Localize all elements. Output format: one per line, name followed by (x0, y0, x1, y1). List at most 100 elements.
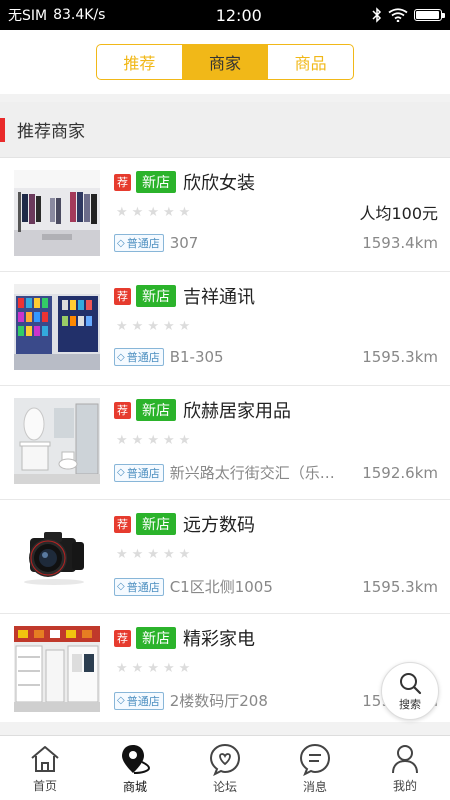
rating-stars: ★ ★ ★ ★ ★ (116, 662, 190, 675)
star-icon: ★ (147, 319, 159, 334)
star-icon: ★ (116, 433, 128, 448)
shop-info: 荐 新店 远方数码 ★ ★ ★ ★ ★ ◇ 普通店 C1区北侧1005 1595.3km (114, 512, 438, 613)
tab-messages[interactable]: 消息 (270, 736, 360, 800)
star-icon: ★ (147, 433, 159, 448)
shop-thumbnail (14, 170, 100, 256)
tab-forum-label: 论坛 (212, 779, 237, 794)
segment-products[interactable]: 商品 (267, 45, 353, 79)
new-shop-tag: 新店 (136, 399, 176, 421)
shop-level-label: 普通店 (126, 237, 160, 250)
star-icon: ★ (178, 319, 191, 334)
shop-level-badge: ◇ 普通店 (114, 463, 164, 482)
star-icon: ★ (162, 547, 175, 562)
rating-stars: ★ ★ ★ ★ ★ (116, 548, 190, 561)
shop-item[interactable]: 荐 新店 吉祥通讯 ★ ★ ★ ★ ★ ◇ 普通店 B1-305 1595.3km (0, 272, 450, 386)
shop-name: 欣赫居家用品 (183, 401, 291, 422)
shop-name: 远方数码 (183, 515, 255, 536)
home-icon (31, 745, 59, 772)
star-icon: ★ (178, 661, 191, 676)
tab-home-label: 首页 (32, 778, 57, 793)
segment-bar: 推荐 商家 商品 (0, 30, 450, 94)
shop-level-label: 普通店 (126, 466, 160, 480)
shop-distance: 1592.6km (362, 463, 438, 482)
shop-level-badge: ◇ 普通店 (114, 691, 164, 710)
user-icon (392, 744, 418, 773)
new-shop-tag: 新店 (136, 285, 176, 307)
shop-address: 2楼数码厅208 (169, 692, 268, 710)
tab-profile-label: 我的 (392, 778, 417, 793)
shop-item[interactable]: 荐 新店 欣赫居家用品 ★ ★ ★ ★ ★ ◇ 普通店 新兴路太行街交汇（乐… 1592.… (0, 386, 450, 500)
shop-thumbnail (14, 284, 100, 370)
star-icon: ★ (116, 319, 128, 334)
shop-name: 欣欣女装 (183, 173, 255, 194)
heart-chat-icon (209, 743, 241, 776)
shop-item[interactable]: 荐 新店 远方数码 ★ ★ ★ ★ ★ ◇ 普通店 C1区北侧1005 1595.3km (0, 500, 450, 614)
shop-info: 荐 新店 欣欣女装 ★ ★ ★ ★ ★ 人均100元 ◇ 普通店 307 1593.4km (114, 170, 438, 271)
shop-level-badge: ◇ 普通店 (114, 234, 164, 252)
star-icon: ★ (147, 205, 159, 220)
recommended-tag: 荐 (114, 401, 131, 419)
section-title: 推荐商家 (17, 122, 85, 142)
shop-address: 307 (169, 234, 199, 252)
recommended-tag: 荐 (114, 629, 131, 647)
star-icon: ★ (178, 433, 191, 448)
status-bar: 无SIM 83.4K/s 12:00 (0, 0, 450, 30)
search-label: 搜索 (399, 697, 421, 711)
star-icon: ★ (162, 205, 175, 220)
shop-level-label: 普通店 (126, 351, 160, 364)
segment-merchants[interactable]: 商家 (181, 45, 268, 79)
new-shop-tag: 新店 (136, 171, 176, 193)
shop-name: 精彩家电 (183, 629, 255, 650)
segment-recommend[interactable]: 推荐 (97, 45, 182, 79)
shop-address: B1-305 (169, 348, 224, 366)
tab-mall[interactable]: 商城 (90, 736, 180, 800)
shop-item[interactable]: 荐 新店 精彩家电 ★★★★★ ◇普通店 2楼数码厅208 1595.3km (0, 614, 450, 728)
shop-level-label: 普通店 (126, 580, 160, 594)
search-icon (400, 672, 422, 694)
shop-level-label: 普通店 (126, 694, 160, 708)
star-icon: ★ (147, 547, 159, 562)
diamond-icon: ◇ (117, 351, 125, 363)
shop-list: 荐 新店 欣欣女装 ★ ★ ★ ★ ★ 人均100元 ◇ 普通店 307 1593.4km (0, 158, 450, 728)
star-icon: ★ (178, 547, 191, 562)
section-accent-bar (0, 117, 5, 142)
battery-fill (416, 11, 439, 19)
shop-thumbnail (14, 398, 100, 484)
new-shop-tag: 新店 (136, 627, 176, 649)
star-icon: ★ (116, 205, 128, 220)
shop-info: 荐 新店 吉祥通讯 ★ ★ ★ ★ ★ ◇ 普通店 B1-305 1595.3km (114, 284, 438, 385)
shop-thumbnail (14, 512, 100, 598)
wifi-icon (388, 8, 408, 22)
battery-icon (414, 9, 445, 21)
shop-address: 新兴路太行街交汇（乐… (169, 464, 335, 482)
star-icon: ★ (131, 547, 144, 562)
segment-control: 推荐 商家 商品 (96, 44, 354, 80)
shop-name: 吉祥通讯 (183, 287, 255, 308)
tab-home[interactable]: 首页 (0, 736, 90, 800)
tab-profile[interactable]: 我的 (360, 736, 450, 800)
shop-distance: 1595.3km (362, 348, 438, 366)
shop-item[interactable]: 荐 新店 欣欣女装 ★ ★ ★ ★ ★ 人均100元 ◇ 普通店 307 1593.4km (0, 158, 450, 272)
diamond-icon: ◇ (117, 237, 125, 249)
tab-forum[interactable]: 论坛 (180, 736, 270, 800)
diamond-icon: ◇ (117, 581, 125, 592)
tab-mall-label: 商城 (122, 779, 147, 794)
section-header: 推荐商家 (0, 102, 450, 158)
shop-distance: 1595.3km (362, 577, 438, 596)
search-button[interactable]: 搜索 (381, 662, 439, 720)
star-icon: ★ (131, 319, 144, 334)
star-icon: ★ (162, 319, 175, 334)
network-speed: 83.4K/s (53, 7, 106, 23)
divider (0, 94, 450, 102)
star-icon: ★ (116, 547, 128, 562)
star-icon: ★ (131, 433, 144, 448)
bluetooth-icon (372, 7, 382, 23)
carrier-label: 无SIM (8, 8, 48, 24)
tab-messages-label: 消息 (302, 779, 327, 794)
rating-stars: ★ ★ ★ ★ ★ (116, 320, 190, 333)
message-icon (299, 743, 331, 776)
rating-stars: ★ ★ ★ ★ ★ (116, 206, 190, 219)
shop-level-badge: ◇ 普通店 (114, 577, 164, 596)
shop-address: C1区北侧1005 (169, 578, 273, 596)
shop-level-badge: ◇ 普通店 (114, 348, 164, 366)
